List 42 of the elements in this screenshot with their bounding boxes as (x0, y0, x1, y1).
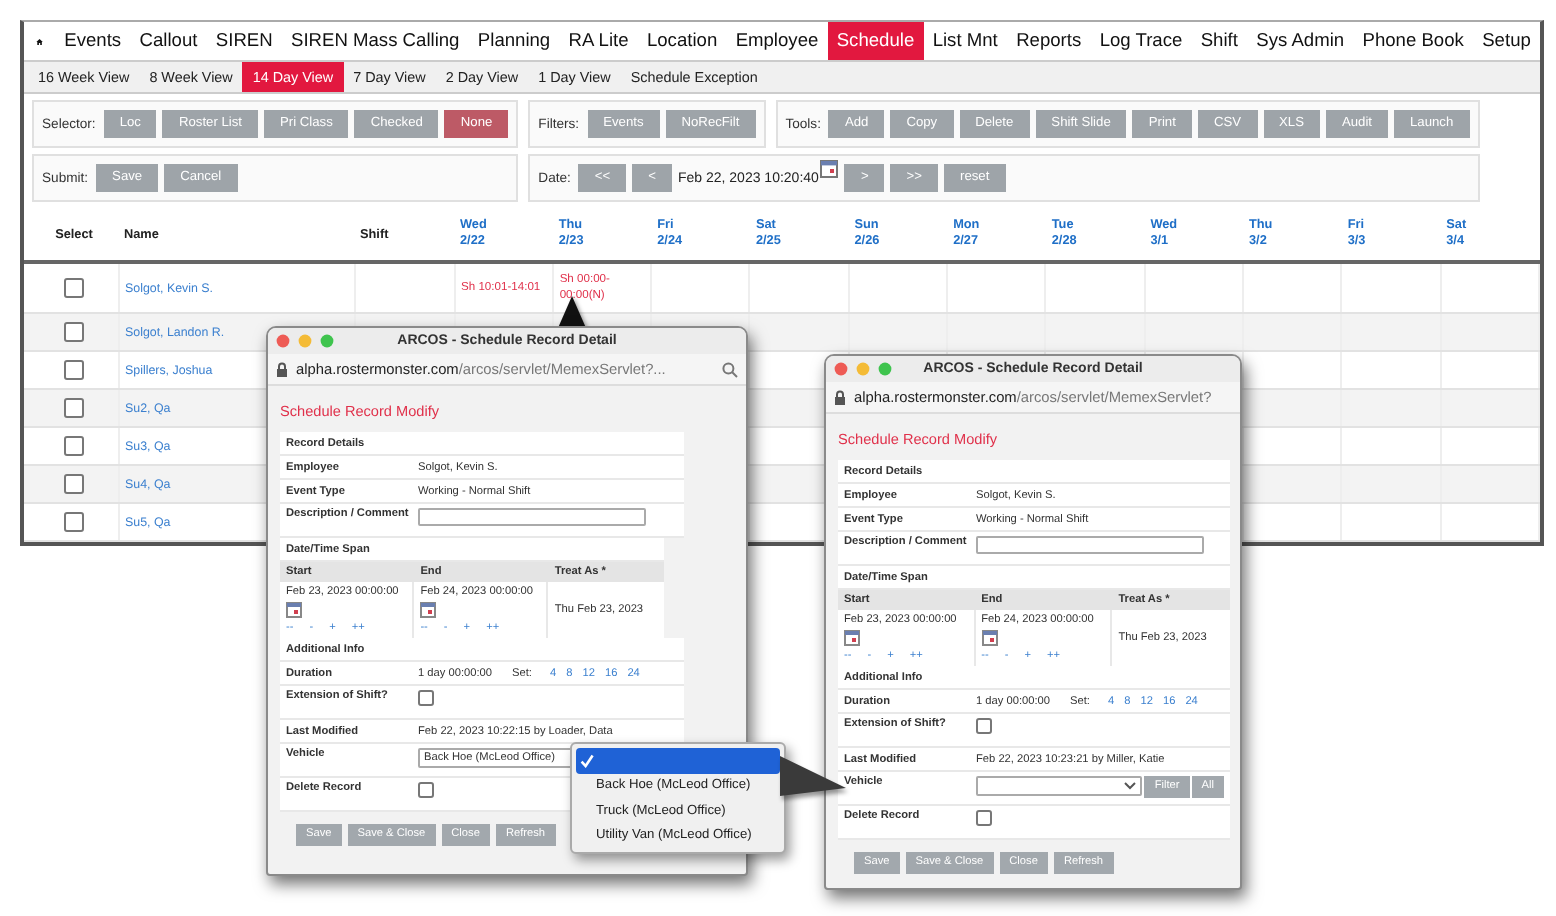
checkbox[interactable] (63, 436, 84, 456)
checkbox[interactable] (63, 474, 84, 494)
vehicle-select[interactable] (976, 776, 1143, 796)
comment-field[interactable] (976, 536, 1204, 554)
window-controls-icon (276, 334, 336, 348)
calendar-icon (981, 630, 998, 646)
lock-icon (276, 361, 288, 377)
nav-tab[interactable]: Reports (1006, 22, 1091, 60)
calendar-icon (844, 630, 860, 646)
lock-icon (834, 389, 846, 405)
window-controls-icon (834, 362, 894, 376)
calendar-icon (286, 602, 302, 618)
checkbox[interactable] (63, 322, 84, 342)
checkbox[interactable] (976, 810, 992, 826)
nav-tab[interactable]: RA Lite (559, 22, 638, 60)
nav-tab[interactable]: Setup (1473, 22, 1540, 60)
check-icon (579, 753, 593, 768)
search-icon (722, 361, 738, 377)
checkbox[interactable] (63, 278, 84, 298)
checkbox[interactable] (418, 782, 434, 798)
nav-tab[interactable]: SIREN (206, 22, 282, 60)
checkbox[interactable] (976, 718, 992, 734)
nav-tab[interactable]: Phone Book (1353, 22, 1474, 60)
comment-field[interactable] (418, 508, 646, 526)
nav-tab[interactable]: Employee (726, 22, 828, 60)
calendar-icon (820, 160, 839, 178)
nav-tab[interactable]: Location (637, 22, 727, 60)
nav-tab[interactable]: SIREN Mass Calling (281, 22, 469, 60)
nav-tab[interactable]: Log Trace (1090, 22, 1192, 60)
checkbox[interactable] (63, 398, 84, 418)
nav-tab[interactable]: Sys Admin (1247, 22, 1354, 60)
nav-tab[interactable]: Callout (130, 22, 207, 60)
nav-tab[interactable]: List Mnt (923, 22, 1007, 60)
nav-tab[interactable]: Events (55, 22, 131, 60)
checkbox[interactable] (63, 512, 84, 532)
chevron-down-icon (1124, 782, 1137, 790)
nav-tab[interactable]: Schedule (827, 22, 924, 60)
checkbox[interactable] (418, 690, 434, 706)
checkbox[interactable] (63, 360, 84, 380)
nav-tab[interactable]: Shift (1191, 22, 1248, 60)
calendar-icon (420, 602, 437, 618)
nav-tab[interactable]: Planning (468, 22, 560, 60)
